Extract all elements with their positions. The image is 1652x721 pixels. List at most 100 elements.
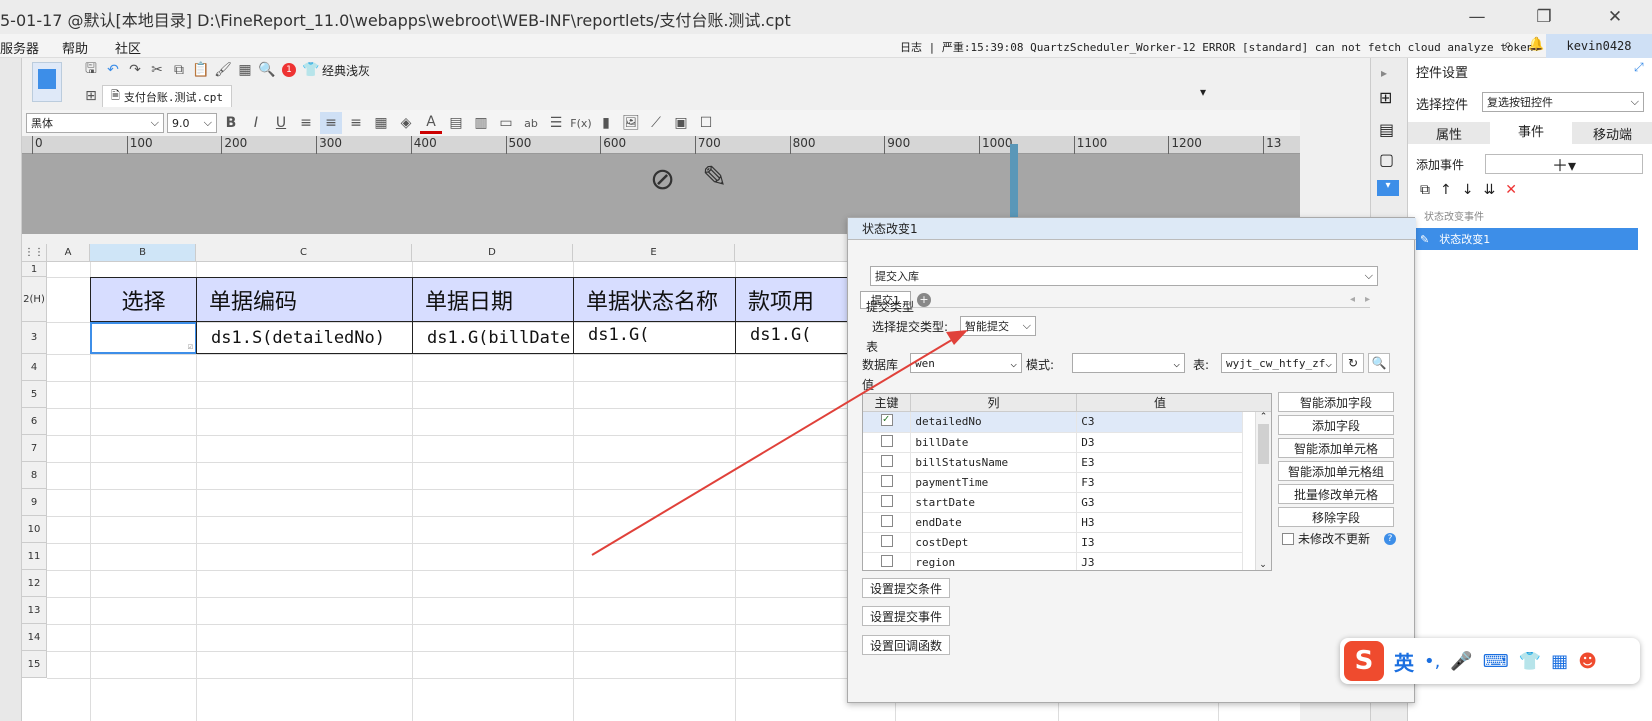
tab-properties[interactable]: 属性 [1408, 124, 1490, 143]
row-header[interactable]: 2(H) [22, 277, 47, 322]
tab-events[interactable]: 事件 [1490, 122, 1572, 144]
copy-event-icon[interactable]: ⧉ [1420, 182, 1430, 198]
field-row[interactable]: billDate D3 [863, 432, 1243, 453]
font-color-icon[interactable]: A [420, 112, 442, 134]
row-header[interactable]: 1 [22, 262, 47, 277]
col-header-d[interactable]: D [412, 244, 573, 262]
primary-key-checkbox[interactable]: ✓ [880, 412, 893, 427]
report-type-icon[interactable] [32, 62, 62, 102]
delete-event-icon[interactable]: ✕ [1505, 182, 1517, 198]
font-size-select[interactable]: 9.0 ⌵ [167, 113, 217, 133]
log-message[interactable]: 日志 | 严重:15:39:08 QuartzScheduler_Worker-… [900, 39, 1540, 55]
fill-icon[interactable]: ◈ [395, 112, 417, 134]
template-icon[interactable]: ▦ [234, 59, 256, 81]
undo-icon[interactable]: ↶ [102, 59, 124, 81]
move-bottom-icon[interactable]: ⇊ [1483, 182, 1495, 198]
primary-key-checkbox[interactable] [880, 554, 893, 567]
no-update-checkbox[interactable] [1282, 532, 1294, 545]
side-button-4[interactable]: 批量修改单元格 [1278, 484, 1394, 504]
bell-icon[interactable]: 🔔 [1528, 37, 1544, 52]
row-header[interactable]: 12 [22, 570, 47, 597]
user-account[interactable]: kevin0428 [1546, 34, 1652, 58]
pin-icon[interactable]: ⤢ [1634, 60, 1644, 75]
tab-mobile[interactable]: 移动端 [1572, 124, 1652, 143]
set-callback-button[interactable]: 设置回调函数 [862, 635, 950, 655]
action-select[interactable]: 提交入库 ⌵ [870, 266, 1378, 286]
fields-scrollbar[interactable]: ⌃ ⌄ [1255, 412, 1271, 570]
add-tab-icon[interactable]: + [917, 292, 931, 307]
align-center-icon[interactable]: ≡ [320, 112, 342, 134]
tab-menu-icon[interactable]: ▾ [1200, 85, 1206, 99]
maximize-icon[interactable]: ❐ [1529, 6, 1559, 28]
side-button-2[interactable]: 智能添加单元格 [1278, 438, 1394, 458]
collapse-arrow-icon[interactable]: ▸ [1381, 66, 1387, 80]
col-header-c[interactable]: C [196, 244, 412, 262]
theme-label[interactable]: 经典浅灰 [322, 62, 370, 79]
widget-type-select[interactable]: 复选按钮控件 ⌵ [1482, 92, 1644, 112]
header-cell-bill-code[interactable]: 单据编码 [196, 277, 413, 322]
paragraph-icon[interactable]: ☰ [545, 112, 567, 134]
notification-badge[interactable]: 1 [278, 59, 300, 81]
formula-icon[interactable]: F(x) [570, 112, 592, 134]
row-header[interactable]: 7 [22, 435, 47, 462]
primary-key-checkbox[interactable] [880, 494, 893, 507]
align-left-icon[interactable]: ≡ [295, 112, 317, 134]
redo-icon[interactable]: ↷ [124, 59, 146, 81]
side-button-5[interactable]: 移除字段 [1278, 507, 1394, 527]
scroll-left-icon[interactable]: ◂ [1350, 294, 1355, 305]
font-select[interactable]: 黑体 ⌵ [26, 113, 164, 133]
primary-key-checkbox[interactable] [880, 454, 893, 467]
primary-key-checkbox[interactable] [880, 434, 893, 447]
cut-icon[interactable]: ✂ [146, 59, 168, 81]
header-cell-bill-date[interactable]: 单据日期 [412, 277, 574, 322]
move-down-icon[interactable]: ↓ [1462, 182, 1474, 198]
underline-icon[interactable]: U [270, 112, 292, 134]
minimize-icon[interactable]: — [1462, 6, 1492, 28]
col-header-b[interactable]: B [90, 244, 196, 262]
menu-help[interactable]: 帮助 [62, 38, 88, 57]
image-icon[interactable]: 🖼 [620, 112, 642, 134]
grid-icon[interactable]: ⊞ [80, 85, 102, 107]
format-brush-icon[interactable]: 🖌 [212, 59, 234, 81]
sogou-logo-icon[interactable]: S [1344, 641, 1384, 681]
cell-attr-icon[interactable]: ⊞ [1379, 88, 1392, 107]
primary-key-checkbox[interactable] [880, 534, 893, 547]
widget-icon[interactable]: ☐ [695, 112, 717, 134]
insert-cell-icon[interactable]: ▭ [495, 112, 517, 134]
copy-icon[interactable]: ⧉ [168, 59, 190, 81]
field-row[interactable]: paymentTime F3 [863, 472, 1243, 493]
italic-icon[interactable]: I [245, 112, 267, 134]
help-icon[interactable]: ? [1384, 532, 1397, 545]
cell-f3[interactable]: ds1.G( [735, 322, 855, 354]
row-header[interactable]: 10 [22, 516, 47, 543]
database-select[interactable]: wen ⌵ [910, 353, 1022, 373]
row-header[interactable]: 8 [22, 462, 47, 489]
preview-icon[interactable]: 🔍 [256, 59, 278, 81]
fields-table[interactable]: 主键 列 值 ✓ detailedNo C3 billDate D3 billStatus… [862, 393, 1272, 571]
no-update-option[interactable]: 未修改不更新 ? [1282, 530, 1397, 547]
save-icon[interactable]: 🖫 [80, 59, 102, 81]
slash-icon[interactable]: ⟋ [645, 112, 667, 134]
header-cell-payment[interactable]: 款项用 [735, 277, 855, 322]
mascot-icon[interactable]: ☻ [1578, 651, 1597, 672]
edit-pencil-icon[interactable]: ✎ [702, 160, 727, 195]
event-item-selected[interactable]: ✎ 状态改变1 [1416, 228, 1638, 250]
skin-icon[interactable]: 👕 [1519, 651, 1541, 672]
theme-icon[interactable]: 👕 [300, 59, 322, 81]
mic-icon[interactable]: 🎤 [1450, 651, 1472, 672]
bold-icon[interactable]: B [220, 112, 242, 134]
primary-key-checkbox[interactable] [880, 514, 893, 527]
selected-cell-b3[interactable]: ☑ [90, 322, 197, 354]
field-row[interactable]: costDept I3 [863, 532, 1243, 553]
toolbox-icon[interactable]: ▦ [1551, 651, 1568, 672]
merge-icon[interactable]: ▤ [445, 112, 467, 134]
chart-icon[interactable]: ▮ [595, 112, 617, 134]
cell-e3[interactable]: ds1.G( billStatusName) [573, 322, 736, 354]
cell-d3[interactable]: ds1.G(billDate) [412, 322, 574, 354]
schema-select[interactable]: ⌵ [1072, 353, 1185, 373]
side-button-0[interactable]: 智能添加字段 [1278, 392, 1394, 412]
field-row[interactable]: ✓ detailedNo C3 [863, 412, 1243, 433]
subreport-icon[interactable]: ▣ [670, 112, 692, 134]
punct-icon[interactable]: •, [1424, 651, 1440, 672]
add-event-button[interactable]: ＋▾ [1485, 154, 1643, 175]
